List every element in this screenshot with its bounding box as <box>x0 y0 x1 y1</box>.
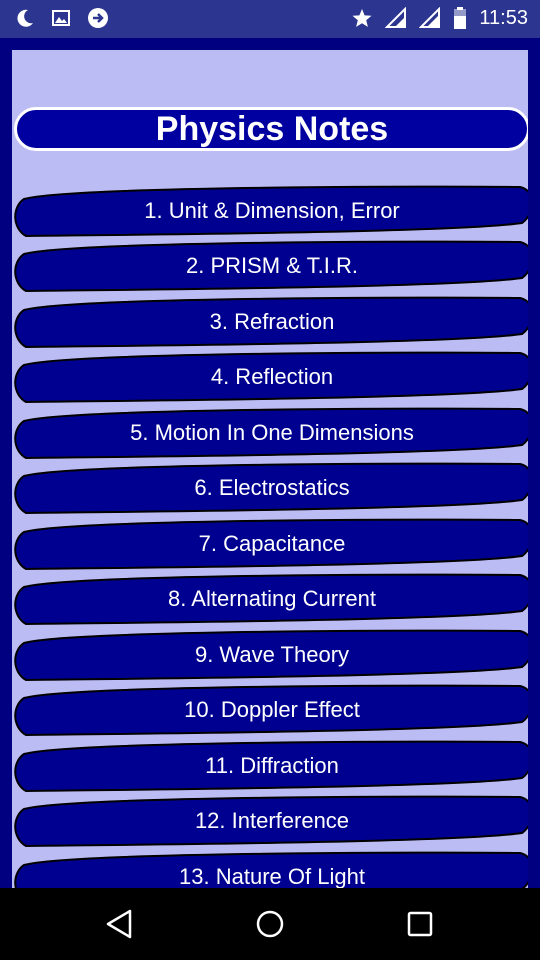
image-icon <box>50 7 72 29</box>
signal-icon <box>385 7 407 29</box>
topic-item[interactable]: 6. Electrostatics <box>12 460 528 516</box>
sync-icon <box>86 6 110 30</box>
topic-label: 12. Interference <box>194 808 350 833</box>
battery-icon <box>453 6 467 30</box>
topic-item[interactable]: 7. Capacitance <box>12 516 528 572</box>
topic-item[interactable]: 1. Unit & Dimension, Error <box>12 183 528 239</box>
home-button[interactable] <box>250 906 290 942</box>
topic-item[interactable]: 10. Doppler Effect <box>12 682 528 738</box>
navigation-bar <box>0 888 540 960</box>
topic-item[interactable]: 9. Wave Theory <box>12 627 528 683</box>
back-icon <box>106 909 132 939</box>
topic-label: 4. Reflection <box>210 364 334 389</box>
page-title: Physics Notes <box>155 109 389 148</box>
topic-label: 11. Diffraction <box>205 753 339 778</box>
topic-label: 2. PRISM & T.I.R. <box>186 253 358 278</box>
topic-label: 10. Doppler Effect <box>184 697 360 722</box>
recents-button[interactable] <box>400 906 440 942</box>
status-left-icons <box>14 6 110 30</box>
recents-icon <box>407 911 433 937</box>
topic-label: 8. Alternating Current <box>168 586 376 611</box>
topic-label: 3. Refraction <box>209 309 335 334</box>
status-bar: 11:53 <box>0 0 540 38</box>
topic-item[interactable]: 2. PRISM & T.I.R. <box>12 238 528 294</box>
topic-item[interactable]: 4. Reflection <box>12 349 528 405</box>
topic-item[interactable]: 5. Motion In One Dimensions <box>12 405 528 461</box>
back-button[interactable] <box>100 906 140 942</box>
topic-item[interactable]: 12. Interference <box>12 793 528 849</box>
topic-item[interactable]: 13. Nature Of Light <box>12 849 528 888</box>
topic-item[interactable]: 3. Refraction <box>12 294 528 350</box>
topic-label: 7. Capacitance <box>198 531 346 556</box>
moon-icon <box>14 7 36 29</box>
content-panel: Physics Notes 1. Unit & Dimension, Error… <box>12 50 528 888</box>
signal-icon <box>419 7 441 29</box>
page-title-box: Physics Notes <box>14 107 528 151</box>
star-icon <box>351 7 373 29</box>
topic-label: 13. Nature Of Light <box>179 864 365 888</box>
topic-label: 5. Motion In One Dimensions <box>130 420 414 445</box>
topic-label: 6. Electrostatics <box>194 475 350 500</box>
status-right-icons: 11:53 <box>351 6 528 30</box>
topic-label: 9. Wave Theory <box>194 642 350 667</box>
topic-item[interactable]: 11. Diffraction <box>12 738 528 794</box>
topic-label: 1. Unit & Dimension, Error <box>144 198 400 223</box>
clock: 11:53 <box>479 6 528 29</box>
home-icon <box>256 910 284 938</box>
topic-item[interactable]: 8. Alternating Current <box>12 571 528 627</box>
